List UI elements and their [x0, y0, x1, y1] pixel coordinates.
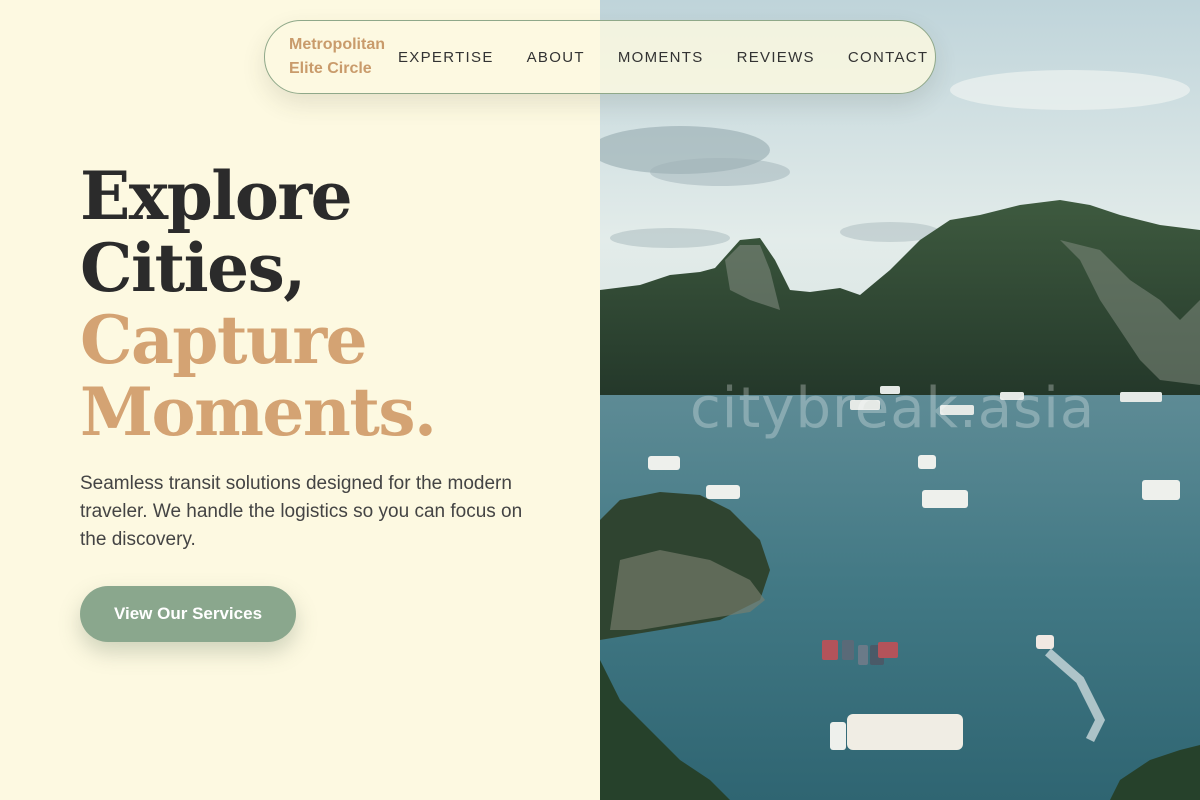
brand-line-1: Metropolitan	[289, 36, 385, 53]
hero-title-line-2: Cities,	[80, 229, 306, 307]
nav-link-expertise[interactable]: EXPERTISE	[398, 49, 494, 66]
hero-image	[600, 0, 1200, 800]
brand-logo[interactable]: Metropolitan Elite Circle	[289, 33, 409, 81]
nav-link-about[interactable]: ABOUT	[527, 49, 585, 66]
top-navigation: Metropolitan Elite Circle EXPERTISE ABOU…	[264, 20, 936, 94]
nav-link-moments[interactable]: MOMENTS	[618, 49, 704, 66]
hero-title-line-1: Explore	[80, 157, 353, 235]
nav-link-contact[interactable]: CONTACT	[848, 49, 928, 66]
hero-title-line-4: Moments.	[80, 373, 437, 451]
hero-description: Seamless transit solutions designed for …	[80, 473, 523, 550]
nav-links: EXPERTISE ABOUT MOMENTS REVIEWS CONTACT	[398, 21, 928, 93]
hero-title: Explore Cities, Capture Moments.	[80, 160, 580, 448]
nav-link-reviews[interactable]: REVIEWS	[737, 49, 815, 66]
view-services-button[interactable]: View Our Services	[80, 586, 296, 642]
brand-line-2: Elite Circle	[289, 60, 372, 77]
hero-title-line-3: Capture	[80, 301, 368, 379]
